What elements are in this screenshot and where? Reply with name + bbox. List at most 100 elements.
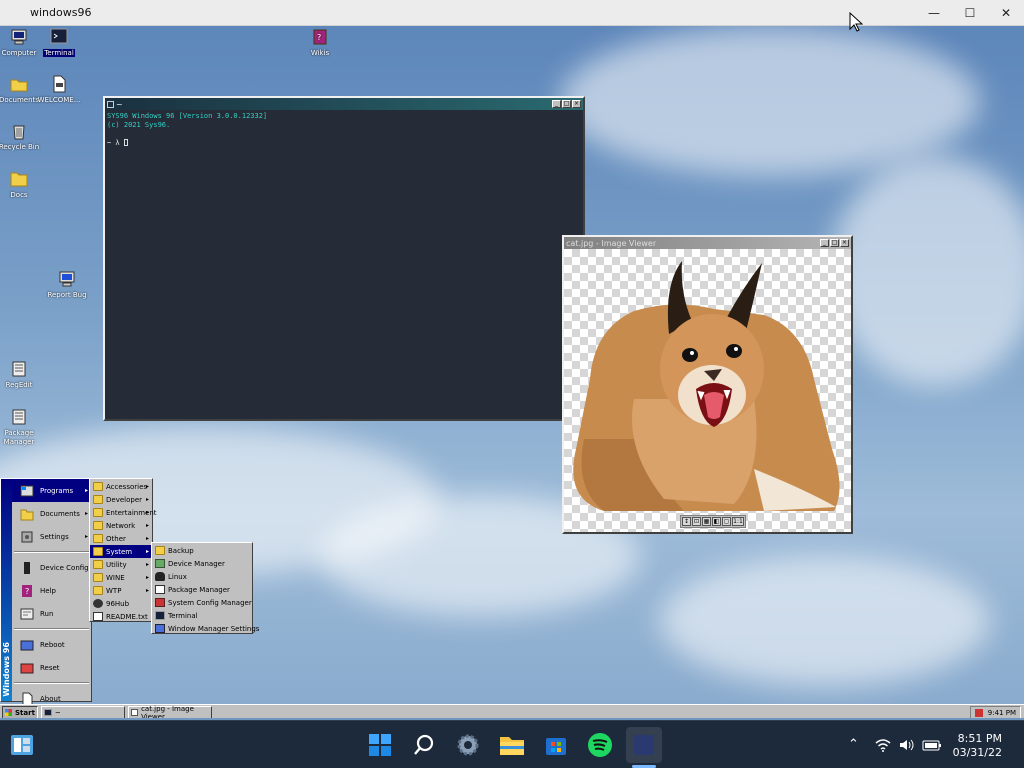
start-item-programs[interactable]: Programs ▸ [12, 479, 91, 502]
host-date: 03/31/22 [952, 746, 1002, 759]
start-item-run[interactable]: Run [12, 602, 91, 625]
system-item-terminal[interactable]: Terminal [152, 609, 252, 622]
w96-taskbar: Start ~ cat.jpg - Image Viewer 9:41 PM [0, 704, 1024, 718]
folder-icon [93, 534, 103, 543]
desktop-icon-regedit[interactable]: RegEdit [0, 360, 47, 390]
programs-item-wine[interactable]: WINE ▸ [90, 571, 152, 584]
zoom-icon[interactable]: ⊡ [692, 517, 701, 526]
host-time: 8:51 PM [957, 732, 1002, 745]
host-store-button[interactable] [540, 729, 572, 761]
desktop-icon-wikis[interactable]: ? Wikis [292, 28, 348, 58]
image-viewer-maximize-button[interactable]: □ [830, 239, 839, 247]
image-viewer-titlebar[interactable]: cat.jpg - Image Viewer _ □ × [564, 237, 851, 249]
gear-icon [457, 734, 479, 756]
folder-icon [93, 573, 103, 582]
folder-icon [10, 172, 28, 187]
programs-item-wtp[interactable]: WTP ▸ [90, 584, 152, 597]
widgets-button[interactable] [6, 729, 38, 761]
system-item-linux[interactable]: Linux [152, 570, 252, 583]
programs-item-system[interactable]: System ▸ [90, 545, 152, 558]
programs-item-readme[interactable]: README.txt [90, 610, 152, 623]
system-item-system-config-manager[interactable]: System Config Manager [152, 596, 252, 609]
terminal-title: ~ [116, 99, 123, 109]
microsoft-store-icon [546, 738, 566, 755]
svg-text:?: ? [25, 587, 29, 596]
terminal-window[interactable]: ~ _ □ × SYS96 Windows 96 [Version 3.0.0.… [103, 96, 585, 421]
host-start-button[interactable] [364, 729, 396, 761]
tray-app-icon[interactable] [974, 708, 983, 717]
desktop-icon-welcome[interactable]: WELCOME... [31, 75, 87, 105]
terminal-maximize-button[interactable]: □ [562, 100, 571, 108]
start-item-documents[interactable]: Documents ▸ [12, 502, 91, 525]
documents-icon [20, 509, 34, 520]
terminal-icon [155, 611, 165, 620]
w96-desktop[interactable]: Computer Terminal ? Wikis Documents WELC… [0, 26, 1024, 718]
programs-item-other[interactable]: Other ▸ [90, 532, 152, 545]
desktop-icon-package-manager[interactable]: Package Manager [0, 408, 47, 447]
volume-icon[interactable] [899, 738, 915, 752]
battery-icon[interactable] [922, 738, 942, 752]
wifi-icon[interactable] [875, 738, 891, 752]
terminal-output[interactable]: SYS96 Windows 96 [Version 3.0.0.12332] (… [105, 110, 583, 419]
file-explorer-icon [500, 737, 524, 755]
host-windows96-app-button[interactable] [626, 727, 662, 763]
hub-icon [93, 599, 103, 608]
host-search-button[interactable] [408, 729, 440, 761]
host-clock[interactable]: 8:51 PM 03/31/22 [953, 732, 1002, 760]
w96-task-terminal[interactable]: ~ [40, 706, 125, 718]
programs-item-network[interactable]: Network ▸ [90, 519, 152, 532]
terminal-copyright-line: (c) 2021 Sys96. [107, 121, 171, 129]
run-icon [20, 608, 34, 619]
programs-item-96hub[interactable]: 96Hub [90, 597, 152, 610]
widgets-icon [11, 735, 33, 755]
image-viewer-minimize-button[interactable]: _ [820, 239, 829, 247]
frame-icon[interactable]: ▢ [722, 517, 731, 526]
programs-item-entertainment[interactable]: Entertainment ▸ [90, 506, 157, 519]
system-item-device-manager[interactable]: Device Manager [152, 557, 252, 570]
image-viewer-icon [130, 709, 139, 716]
checker-icon[interactable]: ▦ [702, 517, 711, 526]
actual-size-icon[interactable]: 1:1 [732, 517, 744, 526]
image-viewer-close-button[interactable]: × [840, 239, 849, 247]
desktop-icon-report-bug[interactable]: Report Bug [39, 270, 95, 300]
w96-start-button[interactable]: Start [2, 706, 38, 718]
terminal-close-button[interactable]: × [572, 100, 581, 108]
device-config-icon [24, 561, 30, 574]
system-item-backup[interactable]: Backup [152, 544, 252, 557]
folder-icon [93, 482, 103, 491]
programs-item-developer[interactable]: Developer ▸ [90, 493, 152, 506]
terminal-version-line: SYS96 Windows 96 [Version 3.0.0.12332] [107, 112, 268, 120]
terminal-titlebar[interactable]: ~ _ □ × [105, 98, 583, 110]
desktop-icon-terminal[interactable]: Terminal [31, 28, 87, 58]
system-item-window-manager-settings[interactable]: Window Manager Settings [152, 622, 259, 635]
start-menu: Windows 96 Programs ▸ Documents ▸ Settings… [0, 478, 92, 705]
image-viewer-window[interactable]: cat.jpg - Image Viewer _ □ × ↕ ⊡ ▦ ◧ ▢ 1… [562, 235, 853, 534]
desktop-icon-docs[interactable]: Docs [0, 170, 47, 200]
desktop-icon-recycle-bin[interactable]: Recycle Bin [0, 122, 47, 152]
contrast-icon[interactable]: ◧ [712, 517, 721, 526]
programs-item-accessories[interactable]: Accessories ▸ [90, 480, 152, 493]
host-file-explorer-button[interactable] [496, 729, 528, 761]
programs-item-utility[interactable]: Utility ▸ [90, 558, 152, 571]
host-spotify-button[interactable] [584, 729, 616, 761]
start-item-device-config[interactable]: Device Config [12, 556, 91, 579]
folder-icon [93, 495, 103, 504]
host-close-button[interactable]: ✕ [988, 1, 1024, 25]
host-maximize-button[interactable]: ☐ [952, 1, 988, 25]
terminal-prompt-line[interactable]: ~ λ [107, 139, 581, 148]
host-minimize-button[interactable]: — [916, 1, 952, 25]
start-item-reset[interactable]: Reset [12, 656, 91, 679]
start-item-help[interactable]: ? Help [12, 579, 91, 602]
chevron-up-icon[interactable]: ⌃ [848, 737, 859, 752]
folder-icon [93, 560, 103, 569]
host-settings-button[interactable] [452, 729, 484, 761]
svg-text:?: ? [317, 33, 321, 42]
system-item-package-manager[interactable]: Package Manager [152, 583, 252, 596]
image-canvas[interactable]: ↕ ⊡ ▦ ◧ ▢ 1:1 [564, 249, 851, 532]
start-item-reboot[interactable]: Reboot [12, 633, 91, 656]
terminal-minimize-button[interactable]: _ [552, 100, 561, 108]
w96-task-image-viewer[interactable]: cat.jpg - Image Viewer [127, 705, 212, 718]
terminal-icon [50, 28, 68, 44]
start-item-settings[interactable]: Settings ▸ [12, 525, 91, 548]
fit-icon[interactable]: ↕ [682, 517, 691, 526]
